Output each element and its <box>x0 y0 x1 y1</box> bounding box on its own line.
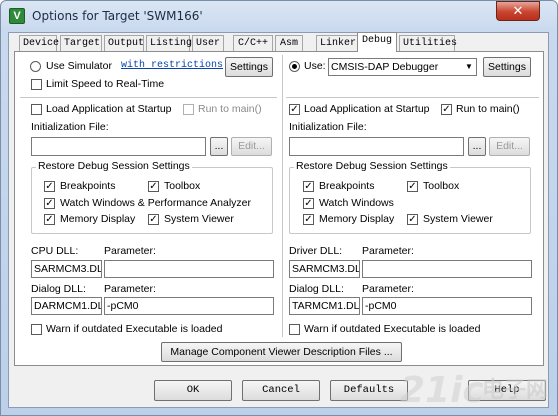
use-label: Use: <box>304 60 326 72</box>
left-restore-group-title: Restore Debug Session Settings <box>36 160 192 172</box>
title-bar[interactable]: V Options for Target 'SWM166' ✕ <box>0 0 556 32</box>
right-init-file-label: Initialization File: <box>289 121 367 133</box>
right-load-app-checkbox[interactable]: ✓ <box>289 104 300 115</box>
tab-target[interactable]: Target <box>60 35 102 52</box>
right-watch-windows-checkbox[interactable]: ✓ <box>303 198 314 209</box>
right-system-viewer-checkbox[interactable]: ✓ <box>407 214 418 225</box>
tab-device[interactable]: Device <box>19 35 59 52</box>
left-dialog-dll-label: Dialog DLL: <box>31 283 86 295</box>
left-memory-display-label: Memory Display <box>60 213 136 225</box>
right-warn-outdated-checkbox[interactable] <box>289 324 300 335</box>
left-load-app-checkbox[interactable] <box>31 104 42 115</box>
right-dialog-parameter-input[interactable]: -pCM0 <box>362 297 532 315</box>
right-run-to-main-label: Run to main() <box>456 103 520 115</box>
left-watch-windows-label: Watch Windows & Performance Analyzer <box>60 197 252 209</box>
left-system-viewer-label: System Viewer <box>164 213 234 225</box>
left-memory-display-checkbox[interactable]: ✓ <box>44 214 55 225</box>
right-dialog-parameter-label: Parameter: <box>362 283 414 295</box>
tab-utilities[interactable]: Utilities <box>399 35 457 52</box>
use-simulator-label: Use Simulator <box>46 60 112 72</box>
ok-button[interactable]: OK <box>154 380 232 401</box>
driver-parameter-input[interactable] <box>362 260 532 278</box>
tab-asm[interactable]: Asm <box>275 35 303 52</box>
right-memory-display-label: Memory Display <box>319 213 395 225</box>
tab-listing[interactable]: Listing <box>146 35 192 52</box>
left-run-to-main-checkbox[interactable] <box>183 104 194 115</box>
right-breakpoints-checkbox[interactable]: ✓ <box>303 181 314 192</box>
use-debugger-radio[interactable] <box>289 61 300 72</box>
watermark-logo: 21ic 电子网 <box>360 368 552 412</box>
right-restore-group-title: Restore Debug Session Settings <box>294 160 450 172</box>
simulator-settings-button[interactable]: Settings <box>225 57 273 77</box>
right-warn-outdated-label: Warn if outdated Executable is loaded <box>304 323 481 335</box>
debugger-settings-button[interactable]: Settings <box>483 57 531 77</box>
right-system-viewer-label: System Viewer <box>423 213 493 225</box>
window-title: Options for Target 'SWM166' <box>32 9 203 23</box>
debugger-select-value: CMSIS-DAP Debugger <box>331 61 439 73</box>
chevron-down-icon[interactable]: ▼ <box>462 60 476 74</box>
left-breakpoints-checkbox[interactable]: ✓ <box>44 181 55 192</box>
manage-component-viewer-button[interactable]: Manage Component Viewer Description File… <box>161 342 402 362</box>
tab-debug[interactable]: Debug <box>357 32 397 52</box>
watermark-cn: 电子网 <box>482 378 549 403</box>
left-dialog-dll-input[interactable]: DARMCM1.DLL <box>31 297 102 315</box>
left-watch-windows-checkbox[interactable]: ✓ <box>44 198 55 209</box>
left-init-file-label: Initialization File: <box>31 121 109 133</box>
tab-linker[interactable]: Linker <box>316 35 358 52</box>
left-init-file-input[interactable] <box>31 137 206 156</box>
right-init-file-input[interactable] <box>289 137 464 156</box>
right-dialog-dll-input[interactable]: TARMCM1.DLL <box>289 297 360 315</box>
limit-speed-checkbox[interactable] <box>31 79 42 90</box>
debugger-select[interactable]: CMSIS-DAP Debugger <box>328 58 477 76</box>
right-toolbox-checkbox[interactable]: ✓ <box>407 181 418 192</box>
right-watch-windows-label: Watch Windows <box>319 197 394 209</box>
with-restrictions-link[interactable]: with restrictions <box>121 60 223 71</box>
tab-output[interactable]: Output <box>104 35 144 52</box>
cpu-parameter-input[interactable] <box>104 260 274 278</box>
right-run-to-main-checkbox[interactable]: ✓ <box>441 104 452 115</box>
left-edit-button[interactable]: Edit... <box>231 137 272 156</box>
left-toolbox-checkbox[interactable]: ✓ <box>148 181 159 192</box>
right-browse-button[interactable]: ... <box>468 137 486 156</box>
left-run-to-main-label: Run to main() <box>198 103 262 115</box>
left-system-viewer-checkbox[interactable]: ✓ <box>148 214 159 225</box>
left-browse-button[interactable]: ... <box>210 137 228 156</box>
right-memory-display-checkbox[interactable]: ✓ <box>303 214 314 225</box>
cpu-dll-input[interactable]: SARMCM3.DLL <box>31 260 102 278</box>
left-load-app-label: Load Application at Startup <box>46 103 172 115</box>
use-simulator-radio[interactable] <box>30 61 41 72</box>
close-button[interactable]: ✕ <box>496 1 540 21</box>
left-breakpoints-label: Breakpoints <box>60 180 116 192</box>
left-warn-outdated-checkbox[interactable] <box>31 324 42 335</box>
left-warn-outdated-label: Warn if outdated Executable is loaded <box>46 323 223 335</box>
right-edit-button[interactable]: Edit... <box>489 137 530 156</box>
driver-dll-label: Driver DLL: <box>289 245 343 257</box>
left-dialog-parameter-label: Parameter: <box>104 283 156 295</box>
tab-user[interactable]: User <box>192 35 224 52</box>
right-load-app-label: Load Application at Startup <box>304 103 430 115</box>
right-toolbox-label: Toolbox <box>423 180 460 192</box>
divider <box>286 97 539 98</box>
driver-dll-input[interactable]: SARMCM3.DLL <box>289 260 360 278</box>
app-icon: V <box>9 8 25 24</box>
right-breakpoints-label: Breakpoints <box>319 180 375 192</box>
tab-c-cpp[interactable]: C/C++ <box>233 35 273 52</box>
left-dialog-parameter-input[interactable]: -pCM0 <box>104 297 274 315</box>
watermark-brand: 21ic <box>400 370 484 411</box>
divider <box>20 97 277 98</box>
close-icon: ✕ <box>512 3 524 18</box>
cpu-parameter-label: Parameter: <box>104 245 156 257</box>
cancel-button[interactable]: Cancel <box>242 380 320 401</box>
driver-parameter-label: Parameter: <box>362 245 414 257</box>
cpu-dll-label: CPU DLL: <box>31 245 79 257</box>
left-toolbox-label: Toolbox <box>164 180 201 192</box>
column-divider <box>282 55 283 337</box>
limit-speed-label: Limit Speed to Real-Time <box>46 78 165 90</box>
right-dialog-dll-label: Dialog DLL: <box>289 283 344 295</box>
